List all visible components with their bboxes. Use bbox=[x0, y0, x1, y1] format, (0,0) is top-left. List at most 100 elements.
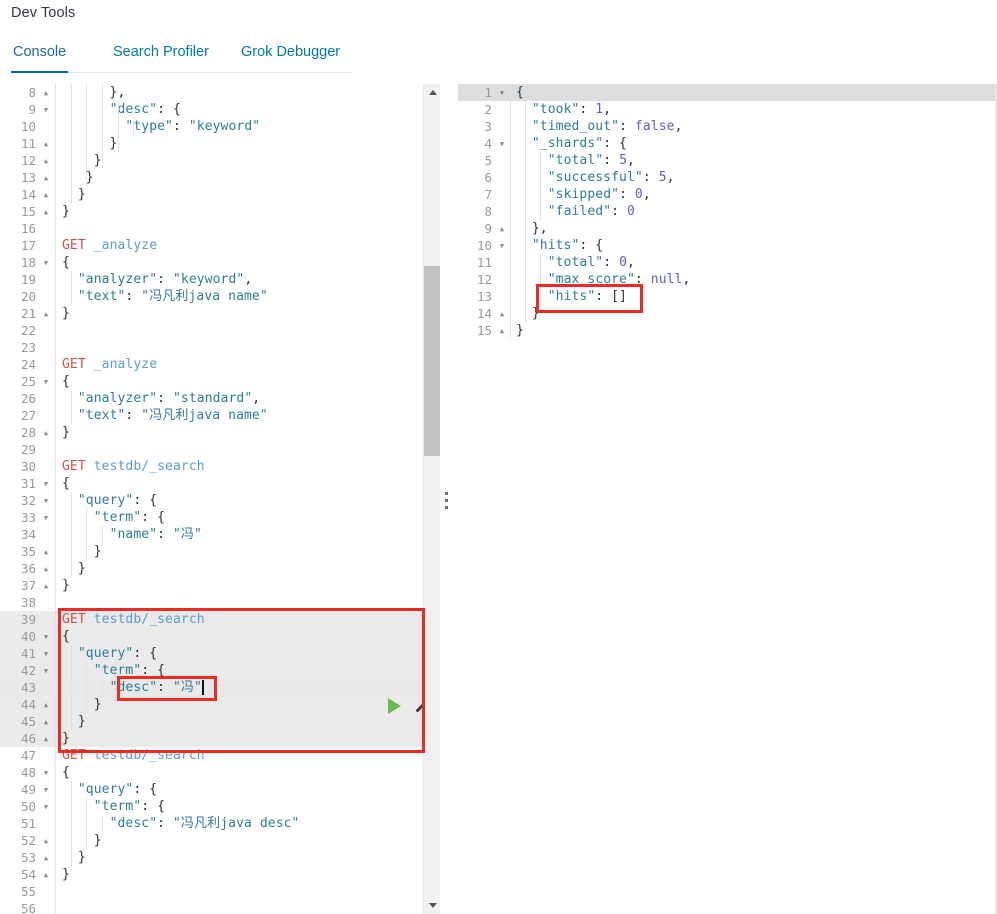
code-line[interactable]: 46 ▲} bbox=[0, 730, 440, 747]
fold-toggle-icon[interactable]: ▼ bbox=[497, 84, 507, 101]
request-editor-pane[interactable]: 8 ▲ }, 9 ▼ "desc": {10 "type": "keyword" 11 ▲… bbox=[0, 84, 440, 914]
code-line[interactable]: 55 bbox=[0, 883, 440, 900]
drag-handle-icon[interactable] bbox=[442, 492, 450, 514]
code-line[interactable]: 13 "hits": [] bbox=[458, 288, 997, 305]
code-line[interactable]: 11 "total": 0, bbox=[458, 254, 997, 271]
chevron-up-icon[interactable] bbox=[424, 84, 440, 101]
fold-toggle-icon[interactable] bbox=[41, 441, 51, 458]
fold-toggle-icon[interactable]: ▲ bbox=[41, 84, 51, 101]
code-line[interactable]: 43 "desc": "冯" bbox=[0, 679, 440, 696]
fold-toggle-icon[interactable] bbox=[41, 883, 51, 900]
fold-toggle-icon[interactable]: ▲ bbox=[41, 186, 51, 203]
code-line[interactable]: 29 bbox=[0, 441, 440, 458]
code-line[interactable]: 45 ▲ } bbox=[0, 713, 440, 730]
code-line[interactable]: 37 ▲} bbox=[0, 577, 440, 594]
code-line[interactable]: 19 "analyzer": "keyword", bbox=[0, 271, 440, 288]
code-line[interactable]: 48 ▼ { bbox=[0, 764, 440, 781]
fold-toggle-icon[interactable]: ▼ bbox=[41, 492, 51, 509]
code-line[interactable]: 54 ▲} bbox=[0, 866, 440, 883]
code-line[interactable]: 9 ▲ }, bbox=[458, 220, 997, 237]
fold-toggle-icon[interactable]: ▲ bbox=[41, 696, 51, 713]
code-line[interactable]: 23 bbox=[0, 339, 440, 356]
code-line[interactable]: 8 "failed": 0 bbox=[458, 203, 997, 220]
fold-toggle-icon[interactable]: ▼ bbox=[41, 373, 51, 390]
fold-toggle-icon[interactable] bbox=[41, 220, 51, 237]
fold-toggle-icon[interactable] bbox=[497, 118, 507, 135]
code-line[interactable]: 49 ▼ "query": { bbox=[0, 781, 440, 798]
fold-toggle-icon[interactable] bbox=[41, 271, 51, 288]
fold-toggle-icon[interactable]: ▲ bbox=[497, 305, 507, 322]
fold-toggle-icon[interactable]: ▲ bbox=[497, 220, 507, 237]
code-line[interactable]: 13 ▲ } bbox=[0, 169, 440, 186]
code-line[interactable]: 33 ▼ "term": { bbox=[0, 509, 440, 526]
fold-toggle-icon[interactable] bbox=[41, 594, 51, 611]
fold-toggle-icon[interactable]: ▲ bbox=[41, 832, 51, 849]
code-line[interactable]: 26 "analyzer": "standard", bbox=[0, 390, 440, 407]
tab-search-profiler[interactable]: Search Profiler bbox=[111, 34, 211, 73]
fold-toggle-icon[interactable] bbox=[497, 288, 507, 305]
fold-toggle-icon[interactable]: ▼ bbox=[497, 135, 507, 152]
code-line[interactable]: 42 ▼ "term": { bbox=[0, 662, 440, 679]
code-line[interactable]: 10 ▼ "hits": { bbox=[458, 237, 997, 254]
fold-toggle-icon[interactable] bbox=[41, 815, 51, 832]
fold-toggle-icon[interactable]: ▼ bbox=[497, 237, 507, 254]
fold-toggle-icon[interactable] bbox=[497, 186, 507, 203]
fold-toggle-icon[interactable] bbox=[497, 203, 507, 220]
tab-grok-debugger[interactable]: Grok Debugger bbox=[239, 34, 342, 73]
code-line[interactable]: 44 ▲ } bbox=[0, 696, 440, 713]
code-line[interactable]: 47 GET testdb/_search bbox=[0, 747, 440, 764]
code-line[interactable]: 40 ▼ { bbox=[0, 628, 440, 645]
code-line[interactable]: 39 GET testdb/_search bbox=[0, 611, 440, 628]
fold-toggle-icon[interactable] bbox=[41, 390, 51, 407]
code-line[interactable]: 27 "text": "冯凡利java name" bbox=[0, 407, 440, 424]
fold-toggle-icon[interactable]: ▲ bbox=[41, 849, 51, 866]
code-line[interactable]: 5 "total": 5, bbox=[458, 152, 997, 169]
fold-toggle-icon[interactable]: ▲ bbox=[41, 730, 51, 747]
code-line[interactable]: 30 GET testdb/_search bbox=[0, 458, 440, 475]
code-line[interactable]: 7 "skipped": 0, bbox=[458, 186, 997, 203]
code-line[interactable]: 56 bbox=[0, 900, 440, 914]
fold-toggle-icon[interactable]: ▼ bbox=[41, 781, 51, 798]
fold-toggle-icon[interactable]: ▲ bbox=[41, 713, 51, 730]
fold-toggle-icon[interactable] bbox=[41, 237, 51, 254]
fold-toggle-icon[interactable] bbox=[41, 526, 51, 543]
fold-toggle-icon[interactable]: ▲ bbox=[41, 135, 51, 152]
fold-toggle-icon[interactable]: ▲ bbox=[41, 169, 51, 186]
fold-toggle-icon[interactable] bbox=[41, 407, 51, 424]
code-line[interactable]: 1 ▼ { bbox=[458, 84, 997, 101]
code-line[interactable]: 15 ▲} bbox=[0, 203, 440, 220]
fold-toggle-icon[interactable]: ▲ bbox=[41, 543, 51, 560]
fold-toggle-icon[interactable] bbox=[497, 101, 507, 118]
code-line[interactable]: 3 "timed_out": false, bbox=[458, 118, 997, 135]
fold-toggle-icon[interactable]: ▲ bbox=[41, 152, 51, 169]
fold-toggle-icon[interactable] bbox=[41, 356, 51, 373]
code-line[interactable]: 32 ▼ "query": { bbox=[0, 492, 440, 509]
scrollbar-thumb[interactable] bbox=[424, 266, 440, 456]
fold-toggle-icon[interactable] bbox=[41, 339, 51, 356]
fold-toggle-icon[interactable]: ▲ bbox=[41, 866, 51, 883]
fold-toggle-icon[interactable]: ▼ bbox=[41, 475, 51, 492]
code-line[interactable]: 10 "type": "keyword" bbox=[0, 118, 440, 135]
fold-toggle-icon[interactable]: ▼ bbox=[41, 509, 51, 526]
fold-toggle-icon[interactable] bbox=[41, 458, 51, 475]
fold-toggle-icon[interactable]: ▼ bbox=[41, 798, 51, 815]
code-line[interactable]: 25 ▼ { bbox=[0, 373, 440, 390]
code-line[interactable]: 31 ▼ { bbox=[0, 475, 440, 492]
code-line[interactable]: 11 ▲ } bbox=[0, 135, 440, 152]
fold-toggle-icon[interactable]: ▼ bbox=[41, 645, 51, 662]
code-line[interactable]: 18 ▼ { bbox=[0, 254, 440, 271]
fold-toggle-icon[interactable] bbox=[497, 254, 507, 271]
code-line[interactable]: 53 ▲ } bbox=[0, 849, 440, 866]
code-line[interactable]: 12 ▲ } bbox=[0, 152, 440, 169]
fold-toggle-icon[interactable]: ▲ bbox=[41, 424, 51, 441]
code-line[interactable]: 12 "max_score": null, bbox=[458, 271, 997, 288]
fold-toggle-icon[interactable]: ▲ bbox=[41, 305, 51, 322]
code-line[interactable]: 8 ▲ }, bbox=[0, 84, 440, 101]
code-line[interactable]: 14 ▲ } bbox=[458, 305, 997, 322]
code-line[interactable]: 38 bbox=[0, 594, 440, 611]
code-line[interactable]: 22 bbox=[0, 322, 440, 339]
code-line[interactable]: 4 ▼ "_shards": { bbox=[458, 135, 997, 152]
fold-toggle-icon[interactable]: ▼ bbox=[41, 764, 51, 781]
fold-toggle-icon[interactable] bbox=[41, 679, 51, 696]
fold-toggle-icon[interactable]: ▲ bbox=[41, 560, 51, 577]
